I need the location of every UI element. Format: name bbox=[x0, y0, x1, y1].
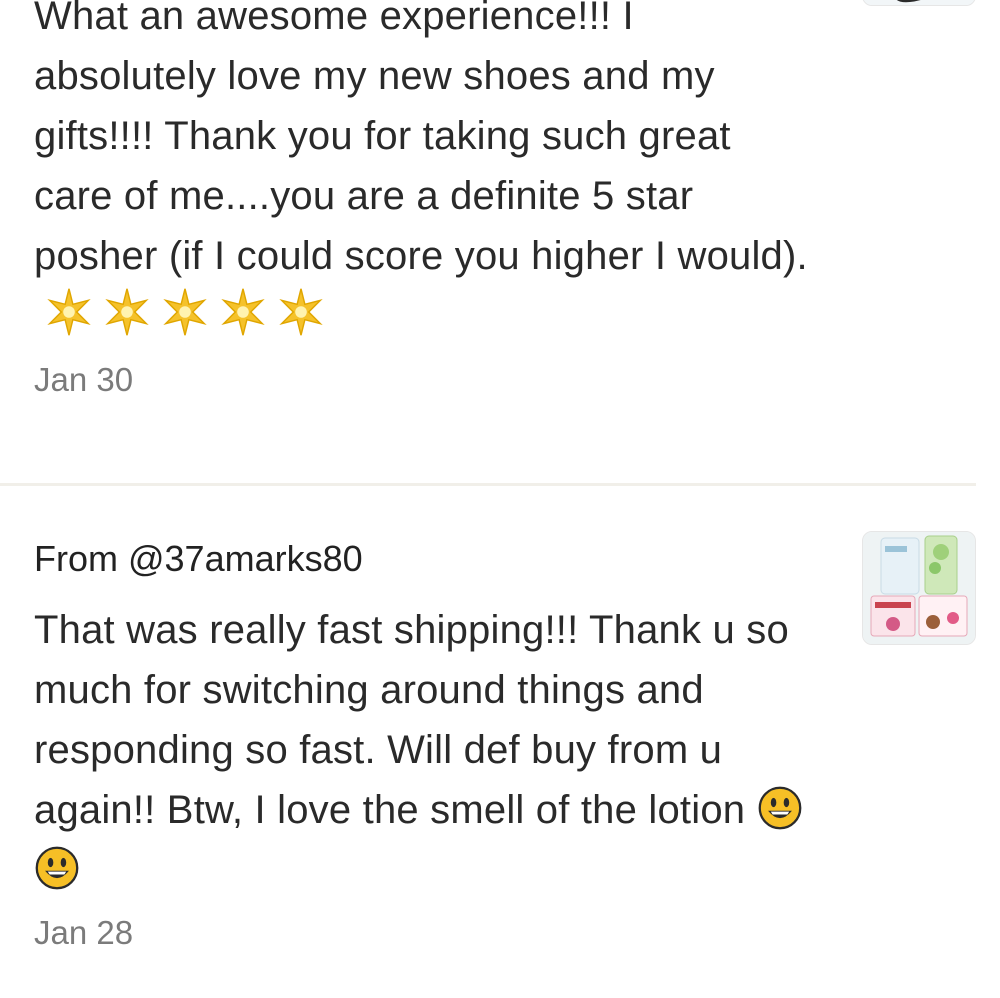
star-icon bbox=[279, 289, 323, 336]
star-icon bbox=[105, 289, 149, 336]
review-text-body: What an awesome experience!!! I absolute… bbox=[34, 0, 808, 278]
reviewer-name[interactable]: From @37amarks80 bbox=[34, 536, 363, 582]
review-text: That was really fast shipping!!! Thank u… bbox=[34, 600, 814, 900]
review-divider bbox=[0, 483, 976, 486]
listing-thumbnail[interactable] bbox=[862, 531, 976, 645]
star-icon bbox=[221, 289, 265, 336]
shoe-image-icon bbox=[863, 0, 975, 5]
review-text: What an awesome experience!!! I absolute… bbox=[34, 0, 814, 347]
listing-thumbnail[interactable] bbox=[862, 0, 976, 6]
grinning-face-icon bbox=[35, 847, 79, 890]
review-date: Jan 28 bbox=[34, 914, 134, 951]
star-icon bbox=[47, 289, 91, 336]
review-date: Jan 30 bbox=[34, 361, 134, 398]
lotion-gift-image-icon bbox=[863, 532, 975, 644]
review-text-body: That was really fast shipping!!! Thank u… bbox=[34, 608, 789, 832]
star-icon bbox=[163, 289, 207, 336]
grinning-face-icon bbox=[758, 787, 801, 830]
star-rating bbox=[40, 283, 330, 341]
